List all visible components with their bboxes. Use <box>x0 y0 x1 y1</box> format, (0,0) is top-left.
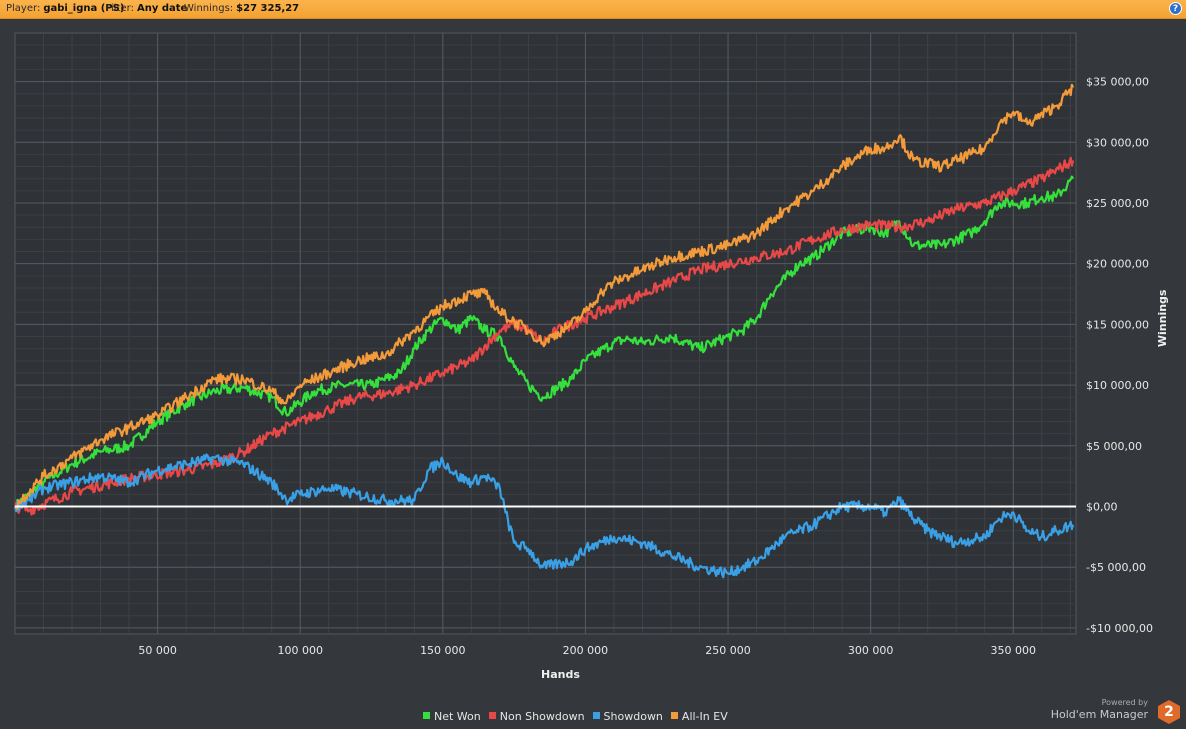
x-tick-label: 100 000 <box>277 644 323 657</box>
legend-label: All-In EV <box>681 710 728 723</box>
plot-area <box>14 32 1077 635</box>
legend-item-non-showdown[interactable]: Non Showdown <box>488 710 585 723</box>
x-tick-label: 300 000 <box>848 644 894 657</box>
x-tick-label: 150 000 <box>420 644 466 657</box>
powered-by-text: Powered by <box>1101 698 1148 707</box>
legend-item-showdown[interactable]: Showdown <box>592 710 663 723</box>
x-tick-label: 50 000 <box>138 644 177 657</box>
player-label: Player: <box>6 3 41 14</box>
winnings-field: Winnings: $27 325,27 <box>184 0 299 18</box>
legend-label: Non Showdown <box>499 710 585 723</box>
y-tick-label: $15 000,00 <box>1086 318 1149 331</box>
legend-label: Net Won <box>434 710 481 723</box>
y-tick-label: -$10 000,00 <box>1086 622 1153 635</box>
question-icon[interactable]: ? <box>1169 2 1182 15</box>
y-tick-label: $0,00 <box>1086 501 1118 514</box>
y-tick-label: $25 000,00 <box>1086 197 1149 210</box>
legend-swatch <box>592 712 600 719</box>
y-tick-label: $10 000,00 <box>1086 379 1149 392</box>
legend-swatch <box>670 712 678 719</box>
y-tick-label: $5 000,00 <box>1086 440 1142 453</box>
filter-field: Filter: Any date <box>106 0 187 18</box>
x-axis-label: Hands <box>541 668 580 681</box>
legend-swatch <box>423 712 430 719</box>
legend-item-net-won[interactable]: Net Won <box>423 710 481 723</box>
legend-swatch <box>488 712 496 719</box>
winnings-chart: 50 000 100 000 150 000 200 000 250 000 300 00… <box>13 32 1169 681</box>
y-tick-label: -$5 000,00 <box>1086 561 1146 574</box>
legend-label: Showdown <box>603 710 663 723</box>
branding: Powered by Hold'em Manager <box>1051 698 1148 722</box>
y-tick-label: $20 000,00 <box>1086 258 1149 271</box>
x-tick-label: 350 000 <box>991 644 1037 657</box>
filter-label: Filter: <box>106 3 134 14</box>
chart-legend: Net Won Non Showdown Showdown All-In EV <box>423 710 736 724</box>
y-tick-label: $35 000,00 <box>1086 76 1149 89</box>
y-tick-label: $30 000,00 <box>1086 136 1149 149</box>
winnings-value: $27 325,27 <box>236 3 300 14</box>
filter-value[interactable]: Any date <box>137 3 187 14</box>
product-name: Hold'em Manager <box>1050 708 1148 721</box>
winnings-label: Winnings: <box>184 3 234 14</box>
x-tick-label: 200 000 <box>563 644 609 657</box>
legend-item-all-in-ev[interactable]: All-In EV <box>670 710 728 723</box>
filter-bar: Player: gabi_igna (PS) Filter: Any date Wi… <box>0 0 1186 19</box>
y-axis-label: Winnings <box>1156 289 1169 347</box>
x-tick-label: 250 000 <box>705 644 751 657</box>
